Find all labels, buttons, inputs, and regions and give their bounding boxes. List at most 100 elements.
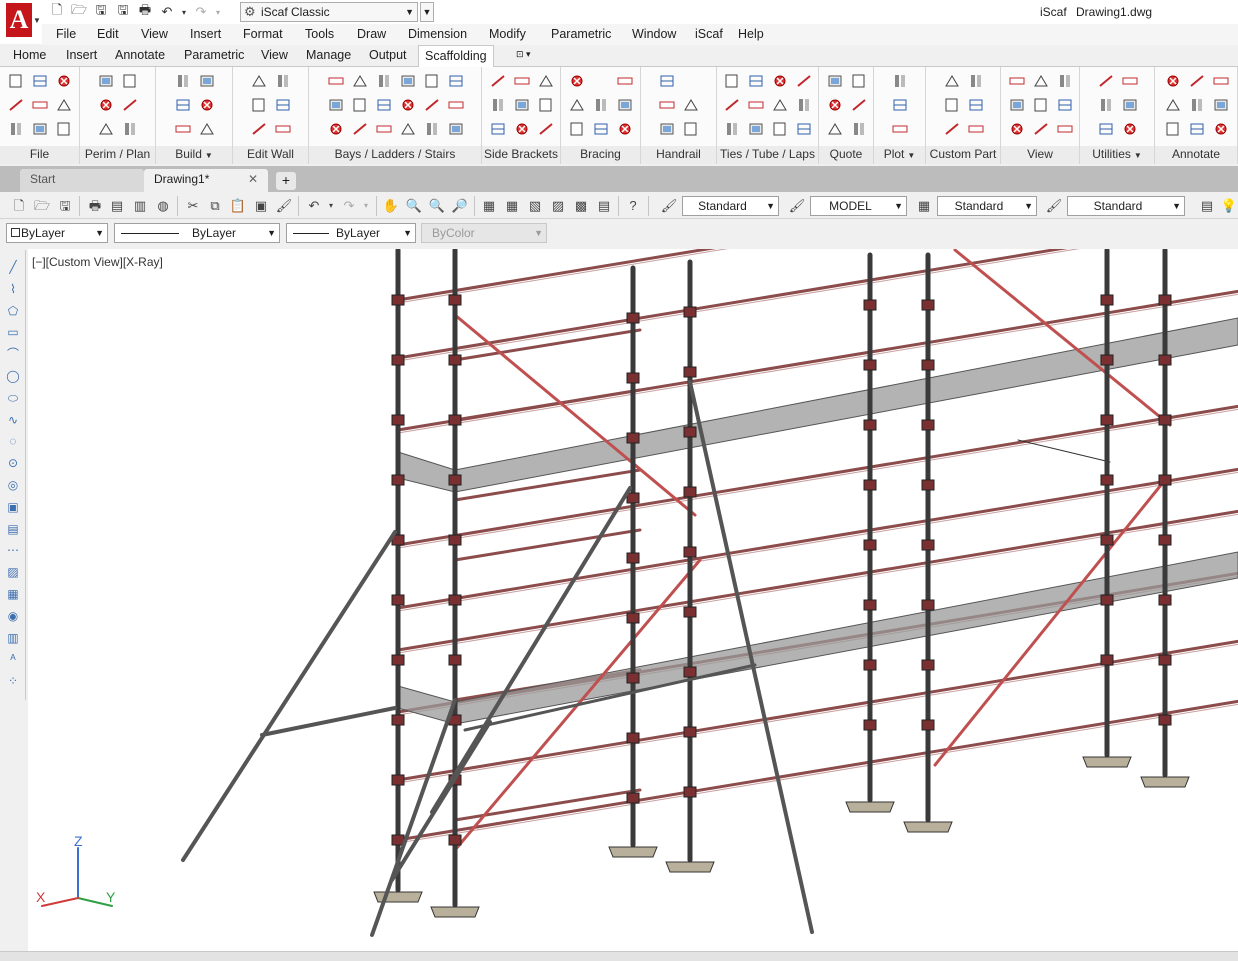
delete-icon[interactable] bbox=[771, 73, 789, 89]
elevation-icon[interactable] bbox=[55, 97, 73, 113]
standard-icon[interactable] bbox=[1097, 97, 1115, 113]
tool-icon[interactable] bbox=[943, 97, 961, 113]
tool-icon[interactable] bbox=[537, 97, 555, 113]
elevation-icon[interactable] bbox=[771, 97, 789, 113]
dim-style-select[interactable]: MODEL ▼ bbox=[810, 196, 907, 216]
new-icon[interactable]: 🗋 bbox=[10, 197, 28, 215]
bracket-icon[interactable] bbox=[1121, 73, 1139, 89]
elevation-icon[interactable] bbox=[351, 73, 369, 89]
zoom-realtime-icon[interactable]: 🔍 bbox=[405, 197, 423, 215]
elevation-icon[interactable] bbox=[537, 73, 555, 89]
brace-icon[interactable] bbox=[1032, 121, 1050, 137]
panel-label[interactable]: Build ▼ bbox=[156, 147, 232, 161]
standard-icon[interactable] bbox=[795, 97, 813, 113]
frame-icon[interactable] bbox=[489, 121, 507, 137]
brace-icon[interactable] bbox=[423, 97, 441, 113]
save-icon[interactable]: 🖫 bbox=[56, 197, 74, 215]
elevation-icon[interactable] bbox=[943, 73, 961, 89]
bracket-icon[interactable] bbox=[1056, 121, 1074, 137]
ellipse-arc-icon[interactable]: ⊙ bbox=[4, 454, 22, 472]
delete-icon[interactable] bbox=[55, 73, 73, 89]
close-icon[interactable]: ✕ bbox=[248, 169, 258, 190]
revcloud-icon[interactable]: ⬭ bbox=[4, 389, 22, 407]
menu-edit[interactable]: Edit bbox=[97, 27, 119, 41]
delete-icon[interactable] bbox=[327, 121, 345, 137]
tool-icon[interactable] bbox=[1164, 121, 1182, 137]
bracket-icon[interactable] bbox=[658, 97, 676, 113]
delete-icon[interactable] bbox=[97, 97, 115, 113]
spline-icon[interactable]: ∿ bbox=[4, 411, 22, 429]
text-style-select[interactable]: Standard ▼ bbox=[682, 196, 779, 216]
tab-annotate[interactable]: Annotate bbox=[115, 48, 165, 62]
bracket-icon[interactable] bbox=[1008, 73, 1026, 89]
view-icon[interactable] bbox=[97, 73, 115, 89]
menu-insert[interactable]: Insert bbox=[190, 27, 221, 41]
menu-draw[interactable]: Draw bbox=[357, 27, 386, 41]
table-icon[interactable]: ▥ bbox=[4, 629, 22, 647]
help-icon[interactable]: ? bbox=[624, 197, 642, 215]
line-icon[interactable]: ╱ bbox=[4, 258, 22, 276]
polyline-icon[interactable]: ⌇ bbox=[4, 280, 22, 298]
rectangle-icon[interactable]: ▭ bbox=[4, 323, 22, 341]
new-tab-button[interactable]: + bbox=[276, 172, 296, 190]
tab-scaffolding[interactable]: Scaffolding bbox=[418, 45, 494, 68]
plot-icon[interactable]: 🖶 bbox=[86, 197, 104, 215]
redo-icon[interactable]: ↷ bbox=[192, 4, 210, 20]
save-as-icon[interactable]: 🖫 bbox=[114, 2, 132, 20]
frame-icon[interactable] bbox=[274, 97, 292, 113]
tab-parametric[interactable]: Parametric bbox=[184, 48, 244, 62]
arc-icon[interactable]: ⌒ bbox=[4, 345, 22, 363]
open-icon[interactable]: 🗁 bbox=[33, 197, 51, 215]
undo-dropdown-icon[interactable]: ▾ bbox=[322, 197, 340, 215]
tool-icon[interactable] bbox=[723, 73, 741, 89]
elevation-icon[interactable] bbox=[682, 97, 700, 113]
polygon-icon[interactable]: ⬠ bbox=[4, 302, 22, 320]
brace-icon[interactable] bbox=[250, 121, 268, 137]
tab-insert[interactable]: Insert bbox=[66, 48, 97, 62]
undo-icon[interactable]: ↶ bbox=[305, 197, 323, 215]
open-file-icon[interactable]: 🗁 bbox=[70, 2, 88, 20]
tab-manage[interactable]: Manage bbox=[306, 48, 351, 62]
panel-label[interactable]: Plot ▼ bbox=[874, 147, 925, 161]
standard-icon[interactable] bbox=[1188, 97, 1206, 113]
standard-icon[interactable] bbox=[1056, 73, 1074, 89]
brace-icon[interactable] bbox=[1188, 73, 1206, 89]
table-icon[interactable]: ◉ bbox=[4, 607, 22, 625]
delete-icon[interactable] bbox=[513, 121, 531, 137]
linetype-select[interactable]: ByLayer ▼ bbox=[114, 223, 280, 243]
menu-file[interactable]: File bbox=[56, 27, 76, 41]
frame-icon[interactable] bbox=[967, 97, 985, 113]
undo-icon[interactable]: ↶ bbox=[158, 4, 176, 20]
delete-icon[interactable] bbox=[616, 121, 634, 137]
view-icon[interactable] bbox=[447, 121, 465, 137]
tool-icon[interactable] bbox=[423, 73, 441, 89]
brace-icon[interactable] bbox=[7, 97, 25, 113]
elevation-icon[interactable] bbox=[568, 97, 586, 113]
matchprop-brush-icon[interactable]: 🖌 bbox=[275, 197, 293, 215]
frame-icon[interactable] bbox=[1097, 121, 1115, 137]
elevation-icon[interactable] bbox=[826, 121, 844, 137]
elevation-icon[interactable] bbox=[97, 121, 115, 137]
cut-icon[interactable]: ✂ bbox=[184, 197, 202, 215]
brace-icon[interactable] bbox=[351, 121, 369, 137]
doc-tab-drawing[interactable]: Drawing1* ✕ bbox=[144, 169, 268, 192]
view-icon[interactable] bbox=[513, 97, 531, 113]
model-viewport[interactable]: Z Y X [−][Custom View][X-Ray] bbox=[28, 249, 1238, 951]
menu-dimension[interactable]: Dimension bbox=[408, 27, 467, 41]
delete-icon[interactable] bbox=[1212, 121, 1230, 137]
bracket-icon[interactable] bbox=[174, 121, 192, 137]
multileader-style-select[interactable]: Standard ▼ bbox=[1067, 196, 1185, 216]
menu-window[interactable]: Window bbox=[632, 27, 676, 41]
plot-preview-icon[interactable]: ▤ bbox=[108, 197, 126, 215]
tool-icon[interactable] bbox=[568, 121, 586, 137]
frame-icon[interactable] bbox=[447, 73, 465, 89]
elevation-icon[interactable] bbox=[1032, 73, 1050, 89]
bracket-icon[interactable] bbox=[616, 73, 634, 89]
elevation-icon[interactable] bbox=[1164, 97, 1182, 113]
view-icon[interactable] bbox=[1121, 97, 1139, 113]
bracket-icon[interactable] bbox=[891, 121, 909, 137]
standard-icon[interactable] bbox=[891, 73, 909, 89]
brace-icon[interactable] bbox=[850, 97, 868, 113]
elevation-icon[interactable] bbox=[250, 73, 268, 89]
zoom-previous-icon[interactable]: 🔎 bbox=[451, 197, 469, 215]
